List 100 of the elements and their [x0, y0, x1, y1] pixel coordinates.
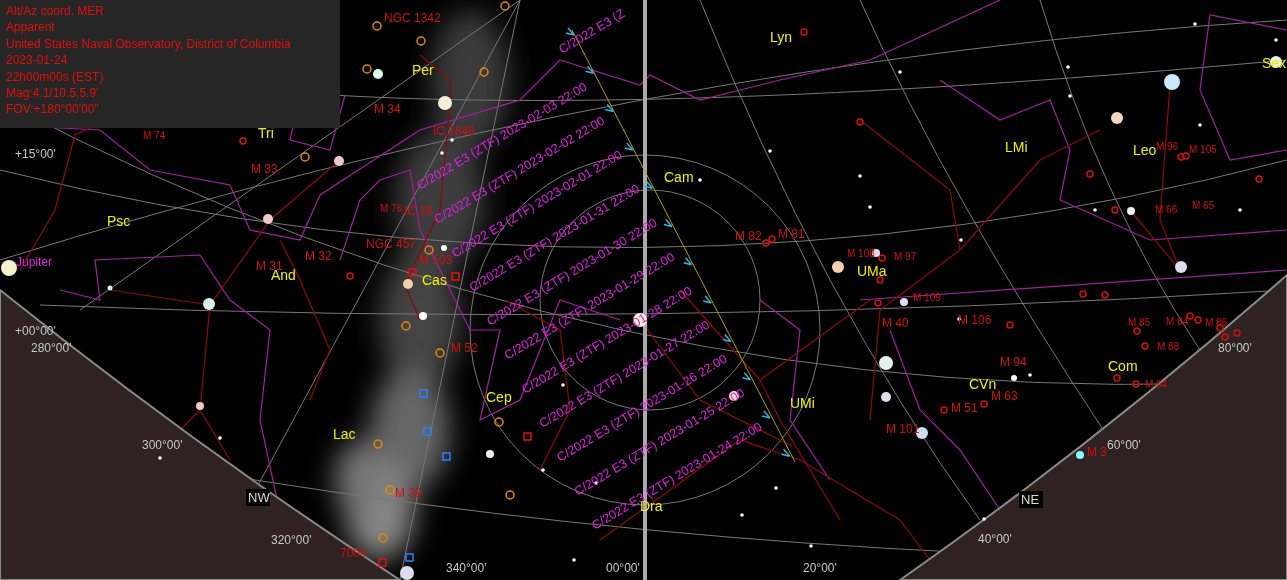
deep-sky-marker-icon [416, 36, 426, 46]
deep-sky-label: NGC 1342 [384, 11, 441, 25]
deep-sky-marker-icon [479, 67, 489, 77]
deep-sky-marker-icon [362, 64, 372, 74]
info-line: Alt/Az coord. MER [6, 3, 106, 20]
direction-label: NE [1021, 492, 1040, 507]
deep-sky-marker-icon [405, 553, 414, 562]
constellation-label: Lyn [770, 29, 793, 45]
deep-sky-label: M 88 [1157, 341, 1180, 352]
constellation-label: CVn [969, 376, 997, 392]
grid-label: 80°00' [1218, 341, 1252, 355]
deep-sky-label: M 86 [1205, 317, 1228, 328]
info-line: 22h00m00s (EST) [6, 68, 105, 86]
info-line: Mag:4.1/10.5,5.9' [6, 85, 100, 102]
deep-sky-label: M 33 [251, 162, 278, 176]
deep-sky-marker-icon [1101, 291, 1109, 299]
deep-sky-label: M 34 [374, 102, 401, 116]
deep-sky-marker-icon [1086, 170, 1094, 178]
planet-label: Jupiter [16, 255, 53, 269]
deep-sky-label: M 96 [1156, 141, 1179, 152]
deep-sky-marker-icon [451, 272, 460, 281]
deep-sky-marker-icon [856, 118, 864, 126]
info-line: United States Naval Observatory, District of Columbia [6, 35, 292, 53]
grid-label: 20°00' [803, 561, 837, 575]
deep-sky-marker-icon [442, 452, 451, 461]
deep-sky-marker-icon [1079, 290, 1087, 298]
deep-sky-marker-icon [419, 389, 428, 398]
deep-sky-label: M 3 [1087, 445, 1107, 459]
direction-label: NW [248, 490, 270, 505]
deep-sky-label: M 32 [305, 249, 332, 263]
deep-sky-marker-icon [940, 406, 948, 414]
deep-sky-label: IC 1848 [433, 124, 476, 138]
deep-sky-marker-icon [373, 439, 383, 449]
constellation-label: Tri [258, 125, 274, 141]
deep-sky-marker-icon [523, 432, 532, 441]
grid-label: +15°00' [15, 147, 56, 161]
deep-sky-label: M 66 [1155, 204, 1178, 215]
constellation-label: Com [1108, 358, 1138, 374]
constellation-label: Lac [333, 426, 356, 442]
deep-sky-label: M 81 [778, 227, 805, 241]
deep-sky-marker-icon [1006, 321, 1014, 329]
constellation-label: Psc [107, 213, 131, 229]
deep-sky-label: M 63 [991, 389, 1018, 403]
deep-sky-marker-icon [423, 427, 432, 436]
deep-sky-label: M 52 [451, 341, 478, 355]
deep-sky-marker-icon [1233, 329, 1241, 337]
deep-sky-label: M 94 [1000, 355, 1027, 369]
deep-sky-label: M 106 [958, 313, 992, 327]
info-line: 2023-01-24 [6, 52, 69, 69]
deep-sky-marker-icon [876, 276, 884, 284]
deep-sky-marker-icon [1111, 206, 1119, 214]
deep-sky-marker-icon [372, 21, 382, 31]
deep-sky-label: M 39 [395, 486, 422, 500]
deep-sky-label: M 109 [913, 292, 941, 303]
deep-sky-marker-icon [401, 321, 411, 331]
deep-sky-marker-icon [874, 299, 882, 307]
constellation-label: UMi [790, 395, 815, 411]
deep-sky-marker-icon [408, 268, 417, 277]
deep-sky-marker-icon [378, 533, 388, 543]
deep-sky-marker-icon [239, 137, 247, 145]
constellation-label: Cam [664, 169, 694, 185]
grid-label: 280°00' [31, 341, 72, 355]
deep-sky-marker-icon [500, 1, 510, 11]
constellation-label: Per [412, 62, 434, 78]
deep-sky-label: M 101 [886, 422, 920, 436]
grid-label: 320°00' [271, 533, 312, 547]
deep-sky-marker-icon [300, 152, 310, 162]
deep-sky-label: M 82 [735, 229, 762, 243]
deep-sky-marker-icon [980, 400, 988, 408]
deep-sky-label: M 74 [143, 130, 166, 141]
deep-sky-label: IC 18 [404, 204, 433, 218]
grid-label: 40°00' [978, 532, 1012, 546]
grid-label: 300°00' [142, 438, 183, 452]
deep-sky-marker-icon [1113, 374, 1121, 382]
deep-sky-marker-icon [878, 254, 886, 262]
constellation-label: Cep [486, 389, 512, 405]
grid-label: 60°00' [1107, 438, 1141, 452]
deep-sky-label: M 40 [882, 316, 909, 330]
deep-sky-marker-icon [1255, 175, 1263, 183]
constellation-label: Leo [1133, 142, 1157, 158]
deep-sky-label: M 105 [1189, 144, 1217, 155]
deep-sky-marker-icon [435, 348, 445, 358]
constellation-label: LMi [1005, 139, 1028, 155]
constellation-label: Sex [1262, 55, 1287, 71]
deep-sky-label: M 85 [1128, 317, 1151, 328]
grid-label: 340°00' [446, 561, 487, 575]
deep-sky-label: M 97 [894, 251, 917, 262]
deep-sky-marker-icon [424, 245, 434, 255]
deep-sky-marker-icon [1133, 327, 1141, 335]
constellation-label: UMa [857, 263, 887, 279]
constellation-label: Cas [422, 272, 447, 288]
deep-sky-marker-icon [800, 28, 808, 36]
deep-sky-label: M 84 [1166, 316, 1189, 327]
deep-sky-label: M 64 [1145, 379, 1168, 390]
deep-sky-marker-icon [1132, 380, 1140, 388]
deep-sky-marker-icon [346, 272, 354, 280]
deep-sky-marker-icon [494, 417, 504, 427]
deep-sky-label: M 51 [951, 401, 978, 415]
deep-sky-label: NGC 457 [366, 237, 417, 251]
deep-sky-marker-icon [378, 558, 387, 567]
